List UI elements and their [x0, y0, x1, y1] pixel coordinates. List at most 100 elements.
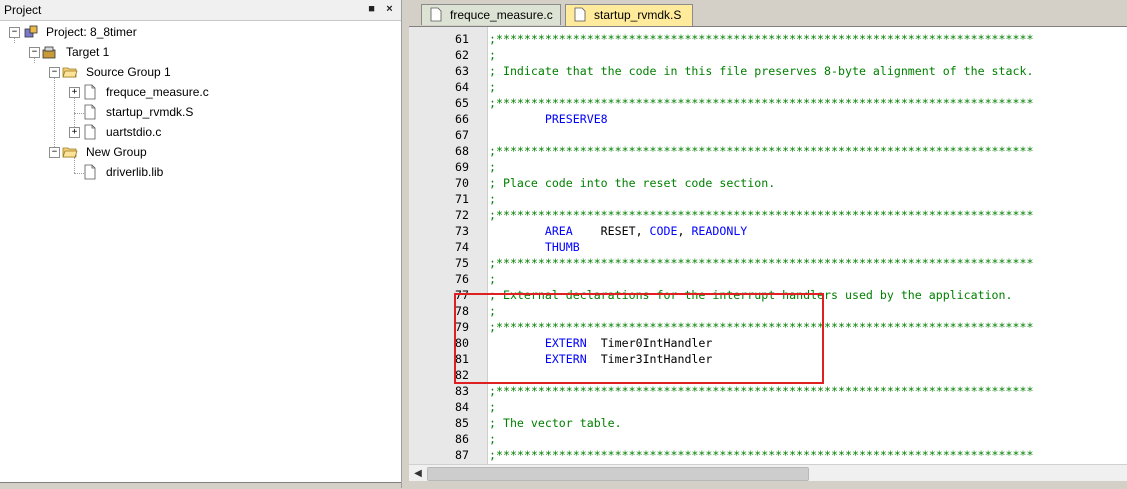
line-number: 83 — [455, 384, 469, 398]
horizontal-scrollbar[interactable]: ◀ — [409, 464, 1127, 482]
expand-icon[interactable]: + — [69, 87, 80, 98]
tree-item-source-group[interactable]: − Source Group 1 — [0, 62, 401, 82]
line-source: ;***************************************… — [489, 95, 1033, 111]
line-source: ; — [489, 303, 496, 319]
code-line[interactable]: 81 EXTERN Timer3IntHandler — [409, 351, 1127, 367]
code-line[interactable]: 67 — [409, 127, 1127, 143]
code-line[interactable]: 80 EXTERN Timer0IntHandler — [409, 335, 1127, 351]
comment-token: ;***************************************… — [489, 208, 1034, 222]
line-number: 69 — [455, 160, 469, 174]
expand-icon[interactable]: + — [69, 127, 80, 138]
code-line[interactable]: 72 ;*************************************… — [409, 207, 1127, 223]
code-line[interactable]: 68 ;*************************************… — [409, 143, 1127, 159]
scrollbar-thumb[interactable] — [427, 467, 809, 481]
comment-token: ; — [489, 192, 496, 206]
tab-startup-rvmdk[interactable]: startup_rvmdk.S — [565, 4, 693, 26]
tree-item-file[interactable]: startup_rvmdk.S — [0, 102, 401, 122]
keyword-token: READONLY — [691, 224, 748, 238]
file-icon — [84, 164, 96, 180]
code-line[interactable]: 76; — [409, 271, 1127, 287]
comment-token: ; — [489, 80, 496, 94]
tree-item-target[interactable]: − Target 1 — [0, 42, 401, 62]
tab-frequce-measure[interactable]: frequce_measure.c — [421, 4, 561, 25]
pin-icon[interactable]: ■ — [364, 3, 377, 16]
line-source: ; The vector table. — [489, 415, 622, 431]
code-line[interactable]: 77 ; External declarations for the interr… — [409, 287, 1127, 303]
line-number: 74 — [455, 240, 469, 254]
line-source: ; — [489, 47, 496, 63]
comment-token: ;***************************************… — [489, 32, 1034, 46]
line-source: AREA RESET, CODE, READONLY — [489, 223, 747, 239]
line-number: 77 — [455, 288, 469, 302]
line-source: ; Indicate that the code in this file pr… — [489, 63, 1033, 79]
editor-bottom-tabs[interactable] — [409, 481, 1127, 488]
code-line[interactable]: 83 ;*************************************… — [409, 383, 1127, 399]
line-number: 79 — [455, 320, 469, 334]
comment-token: ;***************************************… — [489, 448, 1034, 462]
keyword-token: THUMB — [544, 240, 580, 254]
code-editor[interactable]: 61 ;*************************************… — [409, 26, 1127, 483]
code-line[interactable]: 82 — [409, 367, 1127, 383]
text-token: , — [677, 224, 692, 238]
line-source: ; — [489, 399, 496, 415]
code-line[interactable]: 85 ; The vector table. — [409, 415, 1127, 431]
line-number: 87 — [455, 448, 469, 462]
comment-token: ; External declarations for the interrup… — [489, 288, 1013, 302]
collapse-icon[interactable]: − — [49, 147, 60, 158]
collapse-icon[interactable]: − — [29, 47, 40, 58]
code-line[interactable]: 65 ;*************************************… — [409, 95, 1127, 111]
keyword-token: EXTERN — [544, 352, 587, 366]
tab-label: frequce_measure.c — [450, 8, 553, 22]
code-line[interactable]: 74 THUMB — [409, 239, 1127, 255]
code-area[interactable]: 61 ;*************************************… — [409, 27, 1127, 464]
code-line[interactable]: 86; — [409, 431, 1127, 447]
line-number: 70 — [455, 176, 469, 190]
code-line[interactable]: 70 ; Place code into the reset code secti… — [409, 175, 1127, 191]
code-line[interactable]: 61 ;*************************************… — [409, 31, 1127, 47]
code-line[interactable]: 75 ;*************************************… — [409, 255, 1127, 271]
keyword-token: EXTERN — [544, 336, 587, 350]
tree-item-project[interactable]: − Project: 8_8timer — [0, 22, 401, 42]
close-icon[interactable]: × — [383, 3, 396, 16]
code-line[interactable]: 79 ;*************************************… — [409, 319, 1127, 335]
text-token: Timer3IntHandler — [586, 352, 713, 366]
tree-item-new-group[interactable]: − New Group — [0, 142, 401, 162]
collapse-icon[interactable]: − — [49, 67, 60, 78]
code-line[interactable]: 71; — [409, 191, 1127, 207]
code-line[interactable]: 69; — [409, 159, 1127, 175]
collapse-icon[interactable]: − — [9, 27, 20, 38]
line-number: 62 — [455, 48, 469, 62]
tree-item-label: startup_rvmdk.S — [106, 105, 194, 119]
comment-token: ; — [489, 432, 496, 446]
tree-item-label: driverlib.lib — [106, 165, 164, 179]
project-panel: Project ■ × − Project: 8_8timer − Target… — [0, 0, 402, 489]
tree-item-label: Source Group 1 — [86, 65, 171, 79]
line-source: ;***************************************… — [489, 31, 1033, 47]
line-number: 80 — [455, 336, 469, 350]
code-line[interactable]: 78; — [409, 303, 1127, 319]
scroll-left-icon[interactable]: ◀ — [411, 467, 425, 480]
line-number: 86 — [455, 432, 469, 446]
line-number: 75 — [455, 256, 469, 270]
line-number: 84 — [455, 400, 469, 414]
line-number: 81 — [455, 352, 469, 366]
target-icon — [42, 46, 56, 59]
code-line[interactable]: 63 ; Indicate that the code in this file … — [409, 63, 1127, 79]
code-line[interactable]: 73 AREA RESET, CODE, READONLY — [409, 223, 1127, 239]
line-source: EXTERN Timer0IntHandler — [489, 335, 713, 351]
line-source: ;***************************************… — [489, 447, 1033, 463]
keyword-token: PRESERVE8 — [544, 112, 608, 126]
file-icon — [84, 104, 96, 120]
code-line[interactable]: 87 ;*************************************… — [409, 447, 1127, 463]
tree-item-file[interactable]: + frequce_measure.c — [0, 82, 401, 102]
tree-item-file[interactable]: driverlib.lib — [0, 162, 401, 182]
code-line[interactable]: 62; — [409, 47, 1127, 63]
project-icon — [24, 25, 38, 38]
code-line[interactable]: 66 PRESERVE8 — [409, 111, 1127, 127]
code-line[interactable]: 64; — [409, 79, 1127, 95]
project-tree: − Project: 8_8timer − Target 1 − Source … — [0, 22, 401, 482]
tree-item-file[interactable]: + uartstdio.c — [0, 122, 401, 142]
code-line[interactable]: 84; — [409, 399, 1127, 415]
text-token: Timer0IntHandler — [586, 336, 713, 350]
line-number: 71 — [455, 192, 469, 206]
